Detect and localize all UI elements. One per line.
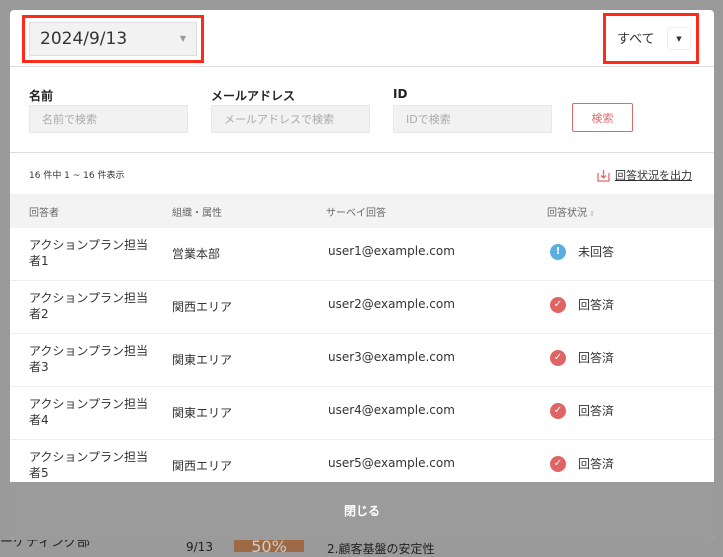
email: user2@example.com [328,297,455,311]
close-button[interactable]: 閉じる [10,482,714,540]
status-label: 未回答 [578,245,615,259]
check-icon: ✓ [550,349,566,366]
table-row: アクションプラン担当者3 関東エリア user3@example.com ✓ 回答… [10,334,714,387]
status: ✓ 回答済 [550,402,614,419]
search-button[interactable]: 検索 [572,103,633,132]
col-survey: サーベイ回答 [326,208,386,219]
respondent-name: アクションプラン担当者3 [29,344,149,374]
col-org: 組織・属性 [172,208,222,219]
bg-date: 9/13 [186,540,213,554]
status: ! 未回答 [550,243,614,260]
table-row: アクションプラン担当者4 関東エリア user4@example.com ✓ 回答… [10,387,714,440]
export-status-link[interactable]: 回答状況を出力 [597,167,692,183]
result-count: 16 件中 1 ~ 16 件表示 [29,171,125,181]
email: user1@example.com [328,244,455,258]
date-select[interactable]: 2024/9/13 ▼ [29,22,197,56]
col-respondent: 回答者 [29,208,59,219]
email-label: メールアドレス [211,89,296,103]
download-icon [597,169,610,182]
respondent-name: アクションプラン担当者2 [29,291,149,321]
org: 関西エリア [172,459,233,473]
id-label: ID [393,87,408,101]
sort-icon: ⇕ [587,210,596,218]
status-label: 回答済 [578,298,615,312]
exclamation-icon: ! [550,243,566,260]
status-label: 回答済 [578,457,615,471]
email: user4@example.com [328,403,455,417]
search-filters: 名前 メールアドレス ID 検索 [10,67,714,153]
table-row: アクションプラン担当者2 関西エリア user2@example.com ✓ 回答… [10,281,714,334]
org: 関西エリア [172,300,233,314]
status-label: 回答済 [578,404,615,418]
table-header: 回答者 組織・属性 サーベイ回答 回答状況 ⇕ [10,194,714,228]
check-icon: ✓ [550,455,566,472]
name-label: 名前 [29,89,54,103]
email-search-input[interactable] [211,105,370,133]
col-status[interactable]: 回答状況 ⇕ [547,204,595,219]
status: ✓ 回答済 [550,455,614,472]
response-status-modal: 2024/9/13 ▼ すべて ▼ 名前 メールアドレス ID 検索 16 件中… [10,10,714,540]
org: 営業本部 [172,247,221,261]
check-icon: ✓ [550,402,566,419]
respondent-name: アクションプラン担当者1 [29,238,149,268]
email: user3@example.com [328,350,455,364]
org: 関東エリア [172,353,233,367]
date-value: 2024/9/13 [40,29,128,49]
col-status-label: 回答状況 [547,208,587,219]
filter-select-value[interactable]: すべて [617,28,655,47]
id-search-input[interactable] [393,105,552,133]
check-icon: ✓ [550,296,566,313]
status-label: 回答済 [578,351,615,365]
modal-header: 2024/9/13 ▼ すべて ▼ [10,10,714,67]
org: 関東エリア [172,406,233,420]
export-label: 回答状況を出力 [615,169,692,182]
bg-item: 2.顧客基盤の安定性 [327,542,435,556]
respondent-name: アクションプラン担当者5 [29,450,149,480]
caret-down-icon[interactable]: ▼ [667,27,691,50]
respondent-name: アクションプラン担当者4 [29,397,149,427]
status: ✓ 回答済 [550,349,614,366]
status: ✓ 回答済 [550,296,614,313]
caret-down-icon: ▼ [179,34,186,43]
email: user5@example.com [328,456,455,470]
name-search-input[interactable] [29,105,188,133]
table-row: アクションプラン担当者1 営業本部 user1@example.com ! 未回答 [10,228,714,281]
